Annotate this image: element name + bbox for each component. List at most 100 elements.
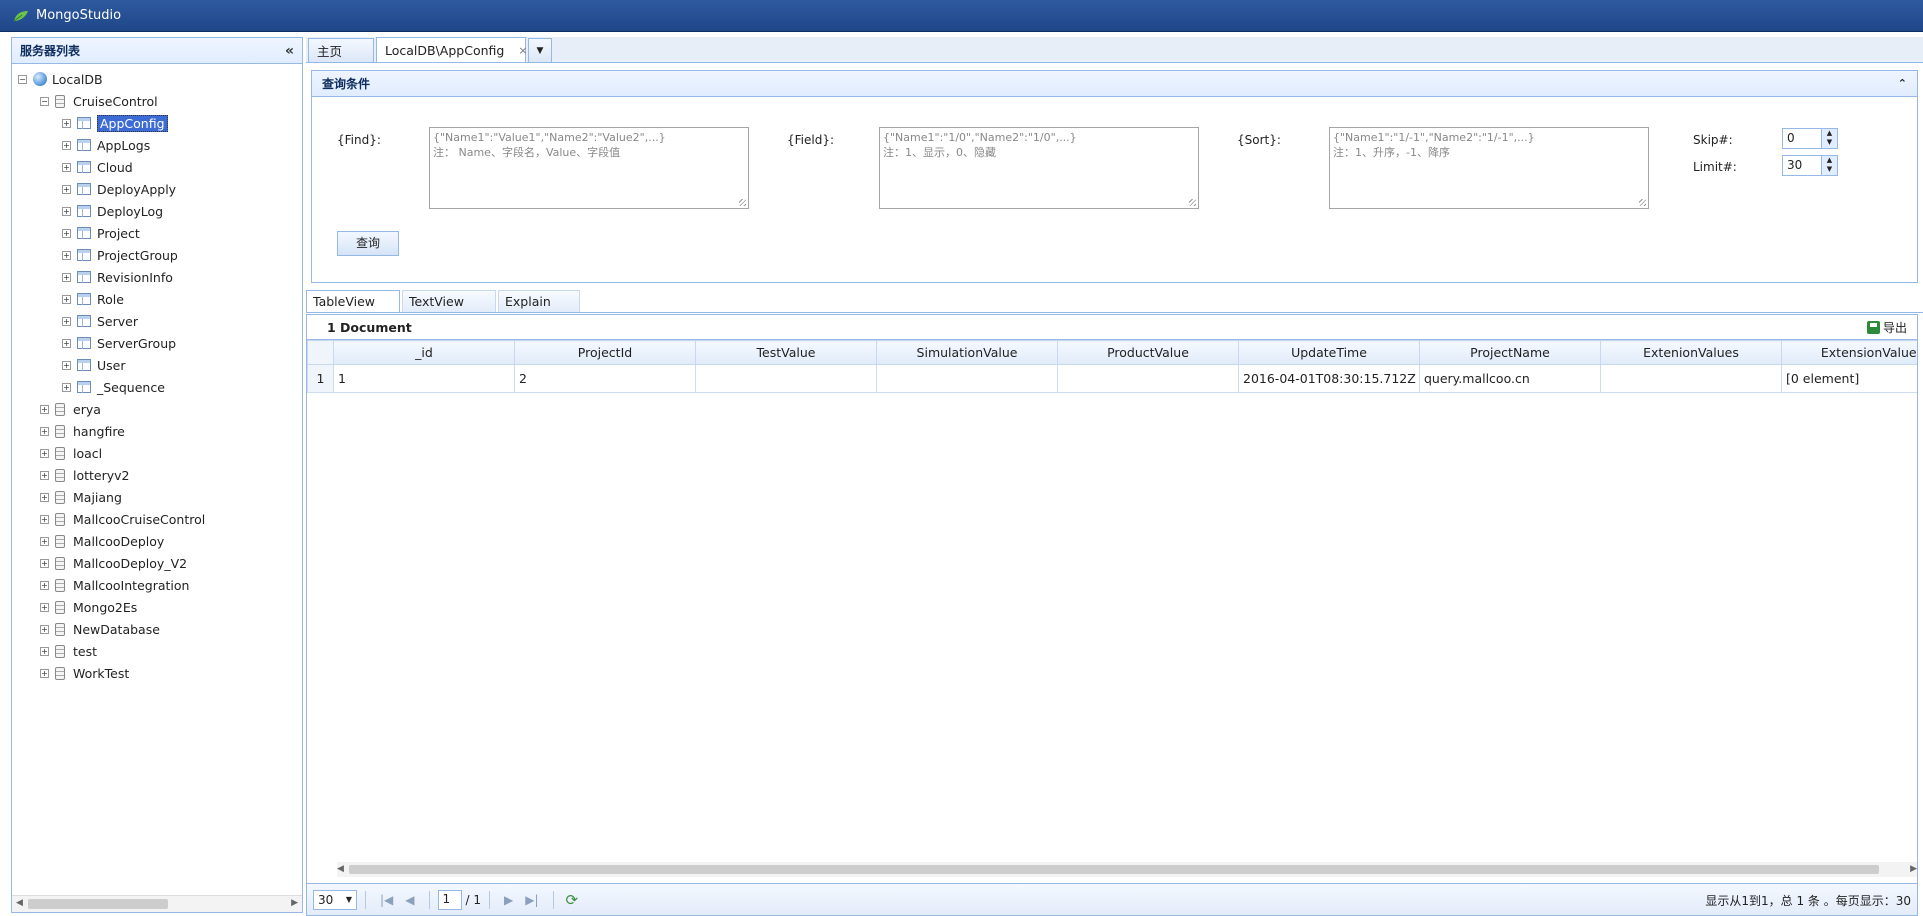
tree-node-collection[interactable]: + Role [18,288,302,310]
expand-toggle[interactable]: + [40,404,49,414]
skip-spinner[interactable]: 0 ▲ ▼ [1782,128,1838,149]
tree-node-database[interactable]: + WorkTest [18,662,302,684]
limit-spinner[interactable]: 30 ▲ ▼ [1782,155,1838,176]
tab-appconfig[interactable]: LocalDB\AppConfig × [376,37,528,62]
tree-node-collection[interactable]: + DeployLog [18,200,302,222]
column-header[interactable]: ProjectId [514,340,696,365]
tree-node-collection[interactable]: + AppConfig [18,112,302,134]
table-cell[interactable]: 2 [514,364,696,393]
expand-toggle[interactable]: + [40,558,49,568]
resize-grip-icon[interactable] [1189,199,1196,206]
expand-toggle[interactable]: + [62,118,71,128]
column-header[interactable]: ExtenionValues [1600,340,1782,365]
spinner-arrows-icon[interactable]: ▲ ▼ [1821,129,1837,148]
table-cell[interactable]: query.mallcoo.cn [1419,364,1601,393]
table-cell[interactable] [1600,364,1782,393]
tree-node-collection[interactable]: + RevisionInfo [18,266,302,288]
expand-toggle[interactable]: + [40,646,49,656]
tree-node-database[interactable]: − CruiseControl [18,90,302,112]
tree-node-collection[interactable]: + Server [18,310,302,332]
tab-explain[interactable]: Explain [498,290,580,312]
column-header[interactable]: ProjectName [1419,340,1601,365]
sort-input[interactable]: {"Name1":"1/-1","Name2":"1/-1",...} 注：1、… [1329,127,1649,209]
expand-toggle[interactable]: + [62,250,71,260]
resize-grip-icon[interactable] [739,199,746,206]
expand-toggle[interactable]: + [40,448,49,458]
expand-toggle[interactable]: + [62,316,71,326]
left-horizontal-scrollbar[interactable]: ◀ ▶ [12,895,302,912]
tree-node-database[interactable]: + hangfire [18,420,302,442]
spinner-arrows-icon[interactable]: ▲ ▼ [1821,156,1837,175]
tree-node-collection[interactable]: + Cloud [18,156,302,178]
tree-node-collection[interactable]: + ServerGroup [18,332,302,354]
scroll-right-arrow-icon[interactable]: ▶ [291,898,298,908]
expand-toggle[interactable]: + [62,360,71,370]
field-input[interactable]: {"Name1":"1/0","Name2":"1/0",...} 注：1、显示… [879,127,1199,209]
column-header[interactable]: TestValue [695,340,877,365]
column-header[interactable]: ExtensionValues [1781,340,1917,365]
expand-toggle[interactable]: + [40,536,49,546]
table-cell[interactable] [1057,364,1239,393]
expand-toggle[interactable]: + [40,470,49,480]
tree-node-collection[interactable]: + User [18,354,302,376]
table-cell[interactable] [695,364,877,393]
expand-toggle[interactable]: + [40,426,49,436]
tree-node-database[interactable]: + NewDatabase [18,618,302,640]
grid-horizontal-scrollbar[interactable]: ◀ ▶ [337,862,1917,877]
tree-node-database[interactable]: + MallcooCruiseControl [18,508,302,530]
tree-node-collection[interactable]: + AppLogs [18,134,302,156]
resize-grip-icon[interactable] [1639,199,1646,206]
expand-toggle[interactable]: + [40,668,49,678]
expand-toggle[interactable]: + [62,338,71,348]
tree-node-database[interactable]: + test [18,640,302,662]
table-cell[interactable]: [0 element] [1781,364,1917,393]
page-size-select[interactable]: 30 ▼ [313,889,357,910]
expand-toggle[interactable]: + [62,162,71,172]
tree-node-collection[interactable]: + ProjectGroup [18,244,302,266]
tab-home[interactable]: 主页 [308,38,374,62]
first-page-icon[interactable]: |◀ [380,893,393,907]
tree-node-server[interactable]: − LocalDB [18,68,302,90]
tree-node-database[interactable]: + MallcooDeploy_V2 [18,552,302,574]
expand-toggle[interactable]: + [62,184,71,194]
column-header[interactable]: ProductValue [1057,340,1239,365]
expand-toggle[interactable]: + [62,206,71,216]
expand-toggle[interactable]: + [40,514,49,524]
expand-toggle[interactable]: + [62,272,71,282]
expand-toggle[interactable]: + [40,492,49,502]
table-cell[interactable] [876,364,1058,393]
query-button[interactable]: 查询 [337,231,399,256]
tree-node-database[interactable]: + MallcooDeploy [18,530,302,552]
scroll-left-arrow-icon[interactable]: ◀ [16,898,23,908]
close-icon[interactable]: × [518,44,527,57]
tree-node-collection[interactable]: + Project [18,222,302,244]
scroll-right-arrow-icon[interactable]: ▶ [1910,864,1917,874]
export-button[interactable]: 导出 [1866,319,1907,336]
tree-node-collection[interactable]: + _Sequence [18,376,302,398]
prev-page-icon[interactable]: ◀ [405,893,414,907]
tree-node-database[interactable]: + erya [18,398,302,420]
scrollbar-thumb[interactable] [28,899,168,909]
tree-node-database[interactable]: + loacl [18,442,302,464]
tab-tableview[interactable]: TableView [306,290,400,312]
tab-textview[interactable]: TextView [402,290,496,312]
refresh-icon[interactable]: ⟳ [566,891,579,909]
double-chevron-left-icon[interactable]: « [285,43,294,59]
page-number-input[interactable]: 1 [437,889,462,910]
tree-node-database[interactable]: + MallcooIntegration [18,574,302,596]
collapse-toggle[interactable]: − [18,74,27,84]
scroll-left-arrow-icon[interactable]: ◀ [337,864,344,874]
chevron-up-icon[interactable]: ⌃ [1898,77,1907,90]
tab-list-dropdown[interactable]: ▼ [528,38,552,62]
expand-toggle[interactable]: + [62,228,71,238]
column-header[interactable]: SimulationValue [876,340,1058,365]
expand-toggle[interactable]: + [62,140,71,150]
expand-toggle[interactable]: + [40,580,49,590]
table-cell[interactable]: 1 [333,364,515,393]
scrollbar-thumb[interactable] [349,865,1879,874]
tree-node-database[interactable]: + Majiang [18,486,302,508]
find-input[interactable]: {"Name1":"Value1","Name2":"Value2",...} … [429,127,749,209]
tree-node-collection[interactable]: + DeployApply [18,178,302,200]
column-header[interactable]: UpdateTime [1238,340,1420,365]
expand-toggle[interactable]: + [62,294,71,304]
